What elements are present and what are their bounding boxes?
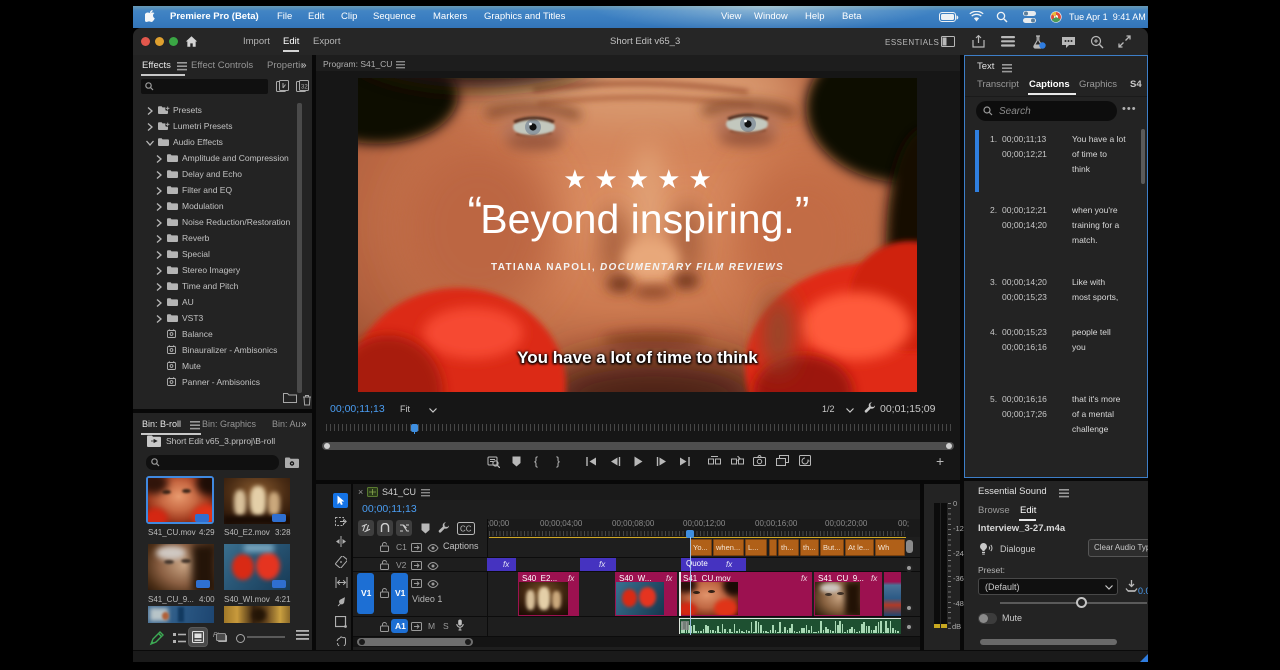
svg-text:CC: CC [460, 525, 472, 534]
svg-text:32: 32 [301, 85, 308, 91]
